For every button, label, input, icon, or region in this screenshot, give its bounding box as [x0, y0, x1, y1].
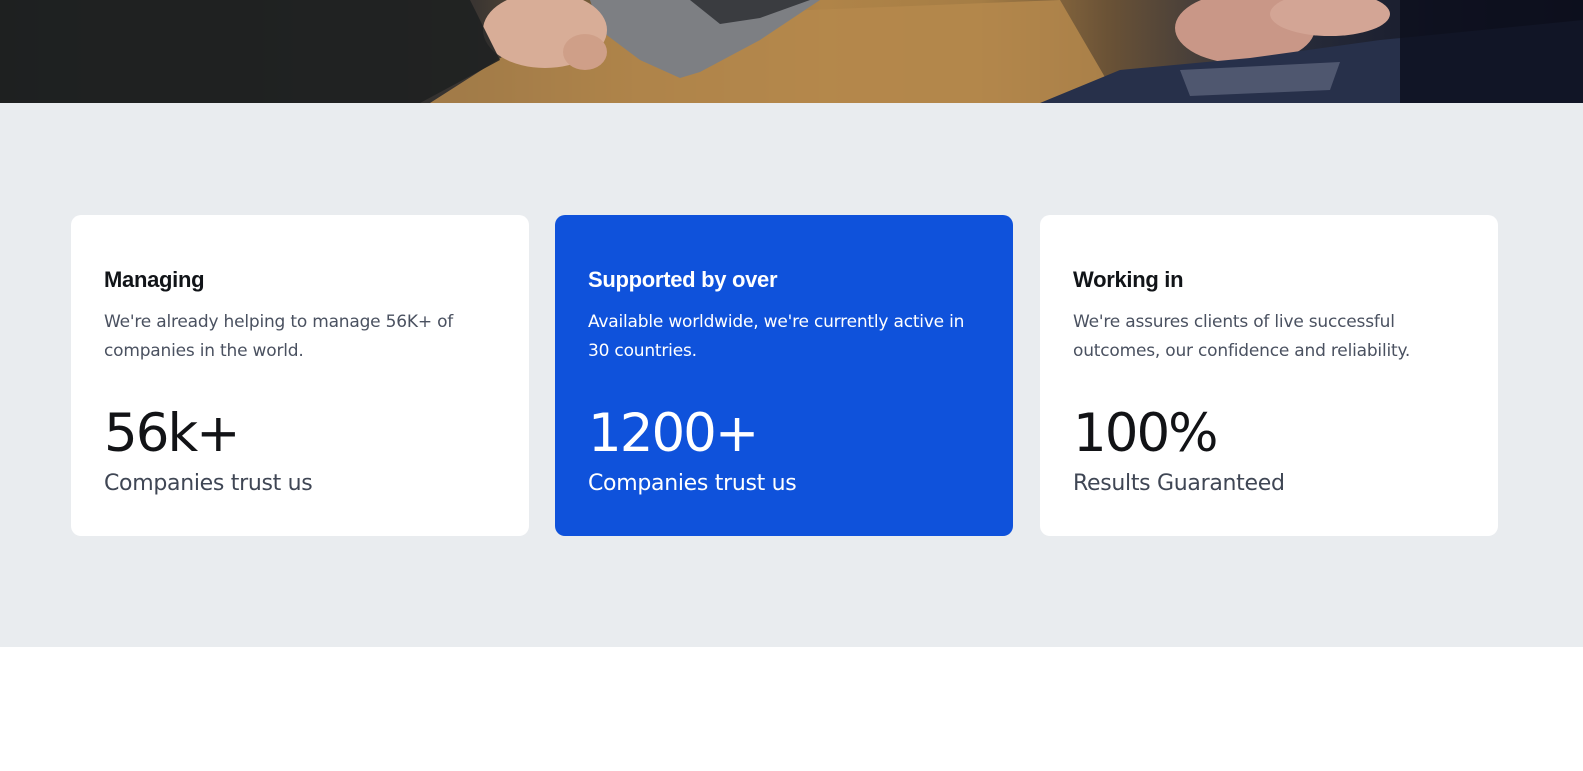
stats-section: Managing We're already helping to manage…: [0, 103, 1583, 647]
stat-label: Companies trust us: [104, 471, 313, 496]
stat-value: 56k+: [104, 403, 241, 464]
stat-card-supported: Supported by over Available worldwide, w…: [555, 215, 1013, 536]
photo-people-laptop-desk-icon: [0, 0, 1583, 103]
card-title: Supported by over: [588, 267, 778, 292]
stat-label: Results Guaranteed: [1073, 471, 1285, 496]
stat-card-managing: Managing We're already helping to manage…: [71, 215, 529, 536]
card-title: Working in: [1073, 267, 1184, 292]
bottom-spacer: [0, 647, 1583, 771]
card-description: We're assures clients of live successful…: [1073, 312, 1411, 361]
card-description: Available worldwide, we're currently act…: [588, 312, 965, 361]
stat-label: Companies trust us: [588, 471, 797, 496]
card-description: We're already helping to manage 56K+ of …: [104, 312, 454, 361]
stat-value: 100%: [1073, 403, 1219, 464]
card-title: Managing: [104, 267, 205, 292]
hero-image: [0, 0, 1583, 103]
stat-value: 1200+: [588, 403, 759, 464]
stat-card-working: Working in We're assures clients of live…: [1040, 215, 1498, 536]
page: Managing We're already helping to manage…: [0, 0, 1583, 771]
